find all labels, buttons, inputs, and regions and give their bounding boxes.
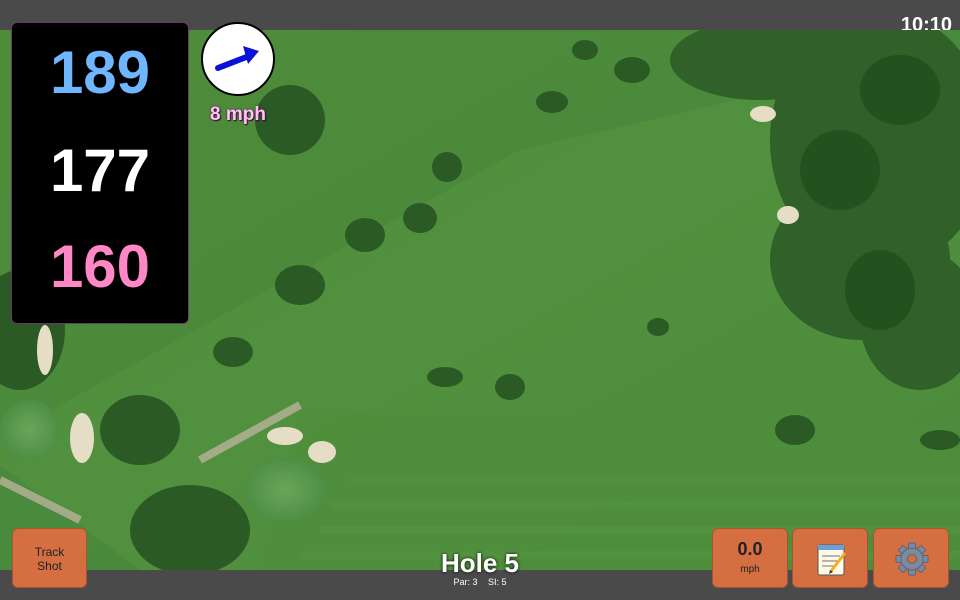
back-distance: 189: [49, 39, 151, 106]
speed-button[interactable]: 0.0 mph: [712, 528, 788, 588]
stroke-index-label: SI: 5: [488, 577, 507, 587]
track-shot-button[interactable]: Track Shot: [12, 528, 87, 588]
gear-icon: [895, 542, 929, 576]
scorecard-button[interactable]: [792, 528, 868, 588]
distance-panel[interactable]: 189 177 160: [11, 22, 189, 324]
settings-button[interactable]: [873, 528, 949, 588]
par-label: Par: 3: [453, 577, 478, 587]
notepad-icon: [817, 544, 847, 576]
wind-direction-dial: [201, 22, 275, 96]
wind-speed: 8 mph: [210, 104, 266, 125]
hole-info: Par: 3 SI: 5: [380, 577, 580, 587]
front-distance: 160: [49, 233, 151, 300]
middle-distance: 177: [49, 137, 151, 204]
hole-title: Hole 5: [440, 548, 520, 578]
speed-unit: mph: [740, 564, 760, 575]
wind-arrow-icon: [215, 46, 259, 71]
track-shot-label: Track Shot: [34, 545, 65, 573]
speed-value: 0.0: [737, 539, 763, 559]
